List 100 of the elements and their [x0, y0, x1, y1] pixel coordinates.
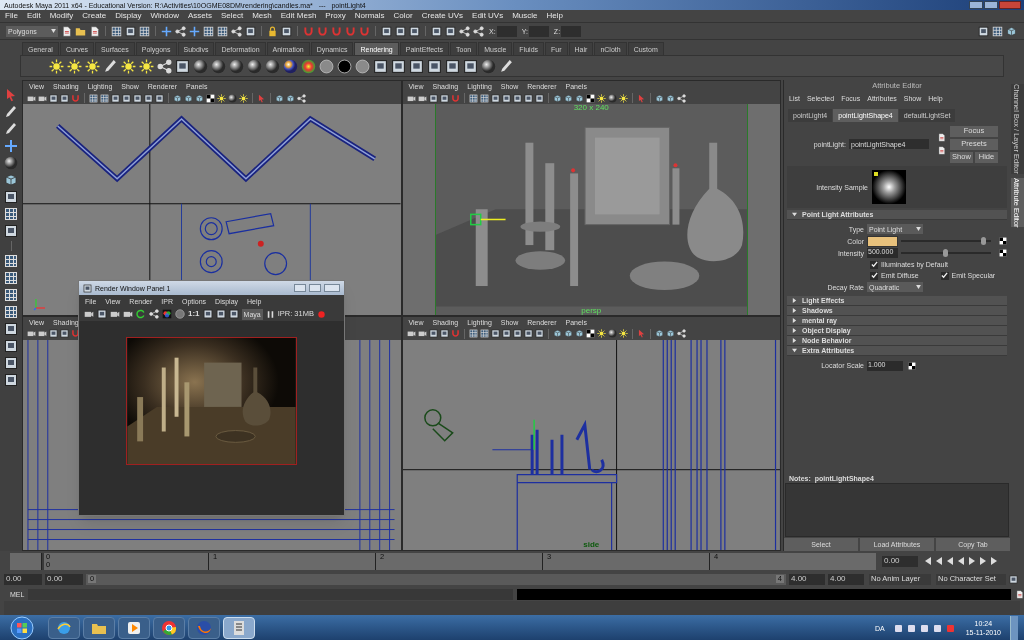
- grid-icon[interactable]: [217, 25, 228, 37]
- grid-icon[interactable]: [4, 271, 18, 285]
- image-tile-icon[interactable]: [4, 224, 18, 238]
- taskbar-app-button[interactable]: [83, 617, 115, 639]
- image-tile-icon[interactable]: [534, 329, 544, 338]
- cube-icon[interactable]: [184, 93, 193, 103]
- time-field[interactable]: 0.00: [45, 573, 83, 585]
- menu-item[interactable]: Muscle: [512, 12, 538, 20]
- move-icon[interactable]: [4, 139, 18, 153]
- nodes-icon[interactable]: [676, 93, 686, 103]
- sphere-icon[interactable]: [607, 93, 617, 103]
- image-tile-icon[interactable]: [427, 58, 442, 74]
- brush-icon[interactable]: [103, 58, 118, 74]
- image-tile-icon[interactable]: [439, 329, 449, 338]
- menu-item[interactable]: Modify: [49, 12, 74, 20]
- image-tile-icon[interactable]: [215, 309, 226, 319]
- light-icon[interactable]: [67, 58, 82, 74]
- image-tile-icon[interactable]: [4, 339, 18, 353]
- light-icon[interactable]: [618, 93, 628, 103]
- image-tile-icon[interactable]: [463, 58, 478, 74]
- checkbox[interactable]: [870, 260, 878, 269]
- image-tile-icon[interactable]: [144, 93, 153, 103]
- grid-icon[interactable]: [4, 254, 18, 268]
- expand-arrow-icon[interactable]: [792, 328, 797, 333]
- camera-icon[interactable]: [84, 309, 94, 319]
- image-tile-icon[interactable]: [60, 329, 69, 338]
- image-tile-icon[interactable]: [523, 93, 533, 103]
- document-icon[interactable]: [937, 133, 946, 142]
- sphere-icon[interactable]: [193, 58, 208, 74]
- menu-item[interactable]: Normals: [354, 12, 385, 20]
- image-tile-icon[interactable]: [133, 93, 142, 103]
- play-backward-icon[interactable]: [957, 557, 965, 565]
- image-tile-icon[interactable]: [391, 58, 406, 74]
- checker-icon[interactable]: [999, 249, 1007, 257]
- close-button[interactable]: [324, 284, 340, 292]
- grid-icon[interactable]: [992, 25, 1003, 37]
- grid-icon[interactable]: [468, 93, 478, 103]
- image-tile-icon[interactable]: [381, 25, 392, 37]
- light-icon[interactable]: [596, 93, 606, 103]
- slider-thumb[interactable]: [980, 237, 986, 245]
- image-tile-icon[interactable]: [373, 58, 388, 74]
- image-tile-icon[interactable]: [445, 58, 460, 74]
- image-tile-icon[interactable]: [490, 329, 500, 338]
- brush-icon[interactable]: [4, 105, 18, 119]
- cube-icon[interactable]: [563, 329, 573, 338]
- light-icon[interactable]: [217, 93, 226, 103]
- image-tile-icon[interactable]: [49, 93, 58, 103]
- lock-icon[interactable]: [267, 25, 278, 37]
- checker-icon[interactable]: [908, 361, 916, 370]
- menu-item[interactable]: Select: [220, 12, 244, 20]
- camera-icon[interactable]: [123, 309, 133, 319]
- move-icon[interactable]: [189, 25, 200, 37]
- nodes-icon[interactable]: [297, 93, 306, 103]
- image-tile-icon[interactable]: [175, 58, 190, 74]
- light-icon[interactable]: [139, 58, 154, 74]
- menu-item[interactable]: Display: [115, 12, 142, 20]
- light-icon[interactable]: [596, 329, 606, 338]
- grid-icon[interactable]: [4, 288, 18, 302]
- checker-icon[interactable]: [585, 93, 595, 103]
- expand-arrow-icon[interactable]: [792, 338, 797, 343]
- document-icon[interactable]: [937, 146, 946, 155]
- cube-icon[interactable]: [654, 329, 664, 338]
- light-icon[interactable]: [49, 58, 64, 74]
- minimize-button[interactable]: [969, 1, 983, 9]
- grid-icon[interactable]: [139, 25, 150, 37]
- refresh-icon[interactable]: [136, 309, 146, 319]
- cube-icon[interactable]: [173, 93, 182, 103]
- cube-icon[interactable]: [665, 93, 675, 103]
- image-tile-icon[interactable]: [111, 93, 120, 103]
- disc-icon[interactable]: [355, 58, 370, 74]
- striped-sphere-icon[interactable]: [283, 58, 298, 74]
- light-icon[interactable]: [85, 58, 100, 74]
- nodes-icon[interactable]: [157, 58, 172, 74]
- camera-icon[interactable]: [27, 329, 36, 338]
- image-tile-icon[interactable]: [4, 322, 18, 336]
- menu-item[interactable]: Create: [82, 12, 107, 20]
- menu-item[interactable]: Create UVs: [421, 12, 464, 20]
- grid-icon[interactable]: [203, 25, 214, 37]
- pause-icon[interactable]: [265, 309, 275, 319]
- document-icon[interactable]: [1015, 589, 1024, 599]
- color-swatch[interactable]: [867, 235, 899, 247]
- sphere-icon[interactable]: [4, 156, 18, 170]
- image-tile-icon[interactable]: [445, 25, 456, 37]
- expand-arrow-icon[interactable]: [792, 348, 797, 353]
- image-tile-icon[interactable]: [978, 25, 989, 37]
- cube-icon[interactable]: [654, 93, 664, 103]
- image-tile-icon[interactable]: [431, 25, 442, 37]
- minimize-button[interactable]: [294, 284, 306, 292]
- image-tile-icon[interactable]: [60, 93, 69, 103]
- current-time-marker[interactable]: [41, 552, 44, 570]
- menu-item[interactable]: Mesh: [252, 12, 272, 20]
- sphere-icon[interactable]: [607, 329, 617, 338]
- expand-arrow-icon[interactable]: [792, 212, 797, 217]
- brush-icon[interactable]: [499, 58, 514, 74]
- disc-icon[interactable]: [175, 309, 185, 319]
- image-tile-icon[interactable]: [523, 329, 533, 338]
- slider-thumb[interactable]: [943, 249, 949, 257]
- image-tile-icon[interactable]: [490, 93, 500, 103]
- disc-icon[interactable]: [337, 58, 352, 74]
- current-time-field[interactable]: 0.00: [882, 555, 918, 567]
